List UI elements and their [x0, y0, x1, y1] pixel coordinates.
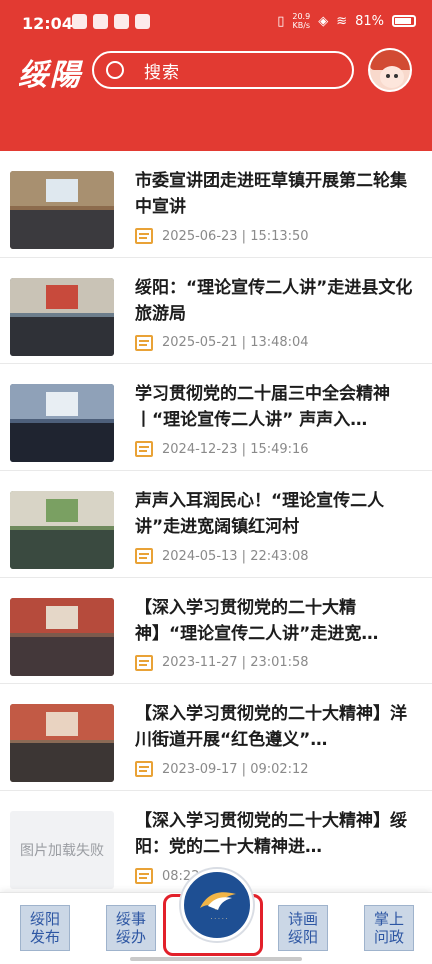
tab-label: 掌上问政 — [373, 910, 404, 946]
news-date: 2025-06-23 | 15:13:50 — [162, 228, 309, 244]
vibrate-icon: ▯ — [277, 13, 285, 29]
calendar-icon — [135, 761, 153, 778]
tab-suiyang-release[interactable]: 绥阳发布 — [20, 905, 70, 951]
news-title: 市委宣讲团走进旺草镇开展第二轮集中宣讲 — [135, 171, 407, 217]
list-item[interactable]: 绥阳：“理论宣传二人讲”走进县文化旅游局 2025-05-21 | 13:48:… — [0, 258, 432, 365]
bird-logo-icon — [200, 892, 236, 910]
list-item[interactable]: 声声入耳润民心！“理论宣传二人讲”走进宽阔镇红河村 2024-05-13 | 2… — [0, 471, 432, 578]
calendar-icon — [135, 228, 153, 244]
news-title: 绥阳：“理论宣传二人讲”走进县文化旅游局 — [135, 277, 413, 324]
app-icon — [135, 14, 150, 29]
news-thumbnail-failed: 图片加载失败 — [10, 811, 114, 890]
tab-label: 诗画绥阳 — [287, 910, 318, 946]
wifi-icon: ≋ — [336, 13, 348, 29]
list-item[interactable]: 学习贯彻党的二十届三中全会精神丨“理论宣传二人讲” 声声入… 2024-12-2… — [0, 364, 432, 472]
search-placeholder: 搜索 — [144, 62, 180, 83]
nfc-icon: ◈ — [318, 13, 329, 29]
news-thumbnail — [10, 277, 114, 356]
news-thumbnail — [10, 384, 114, 463]
news-date: 2023-11-27 | 23:01:58 — [162, 655, 309, 671]
status-time: 12:04 — [22, 14, 73, 33]
news-title: 【深入学习贯彻党的二十大精神】洋川街道开展“红色遵义”… — [135, 704, 407, 751]
news-thumbnail — [10, 491, 114, 570]
news-list: 市委宣讲团走进旺草镇开展第二轮集中宣讲 2025-06-23 | 15:13:5… — [0, 151, 432, 898]
battery-text: 81% — [355, 13, 384, 29]
news-thumbnail — [10, 171, 114, 249]
calendar-icon — [135, 654, 153, 671]
news-thumbnail — [10, 704, 114, 783]
list-item[interactable]: 【深入学习贯彻党的二十大精神】洋川街道开展“红色遵义”… 2023-09-17 … — [0, 684, 432, 792]
logo[interactable]: 绥陽 — [18, 50, 82, 94]
crown-icon — [72, 14, 87, 29]
news-date: 2025-05-21 | 13:48:04 — [162, 335, 309, 351]
news-title: 学习贯彻党的二十届三中全会精神丨“理论宣传二人讲” 声声入… — [135, 384, 390, 431]
tab-affairs[interactable]: 绥事绥办 — [106, 905, 156, 951]
search-icon — [106, 61, 124, 79]
tab-poetry-suiyang[interactable]: 诗画绥阳 — [278, 905, 328, 951]
list-item[interactable]: 【深入学习贯彻党的二十大精神】“理论宣传二人讲”走进宽… 2023-11-27 … — [0, 578, 432, 685]
center-home-button[interactable]: · · · · · — [181, 869, 253, 941]
calendar-icon — [135, 334, 153, 351]
search-input[interactable]: 搜索 — [92, 51, 354, 89]
tab-label: 绥事绥办 — [115, 910, 146, 946]
news-title: 声声入耳润民心！“理论宣传二人讲”走进宽阔镇红河村 — [135, 491, 385, 538]
news-date: 2024-12-23 | 15:49:16 — [162, 441, 309, 457]
status-bar: 12:04 ▯ 20.9 KB/s ◈ ≋ 81% — [0, 0, 432, 48]
tab-online-inquiry[interactable]: 掌上问政 — [364, 905, 414, 951]
news-title: 【深入学习贯彻党的二十大精神】“理论宣传二人讲”走进宽… — [135, 597, 379, 644]
net-speed: 20.9 KB/s — [292, 12, 311, 30]
mail-icon — [114, 14, 129, 29]
logo-caption: · · · · · — [210, 916, 228, 923]
battery-icon — [392, 15, 416, 27]
news-date: 2024-05-13 | 22:43:08 — [162, 548, 309, 564]
news-date: 2023-09-17 | 09:02:12 — [162, 761, 309, 777]
notification-icons — [72, 14, 150, 29]
tab-label: 绥阳发布 — [29, 910, 60, 946]
news-thumbnail — [10, 597, 114, 676]
app-icon — [93, 14, 108, 29]
avatar[interactable] — [368, 48, 412, 92]
app-header: 绥陽 搜索 — [0, 48, 432, 151]
news-title: 【深入学习贯彻党的二十大精神】绥阳：党的二十大精神进… — [135, 811, 407, 858]
list-item[interactable]: 市委宣讲团走进旺草镇开展第二轮集中宣讲 2025-06-23 | 15:13:5… — [0, 151, 432, 258]
calendar-icon — [135, 548, 153, 565]
calendar-icon — [135, 441, 153, 458]
calendar-icon — [135, 868, 153, 885]
status-right: ▯ 20.9 KB/s ◈ ≋ 81% — [277, 12, 416, 30]
gesture-bar[interactable] — [130, 957, 302, 961]
